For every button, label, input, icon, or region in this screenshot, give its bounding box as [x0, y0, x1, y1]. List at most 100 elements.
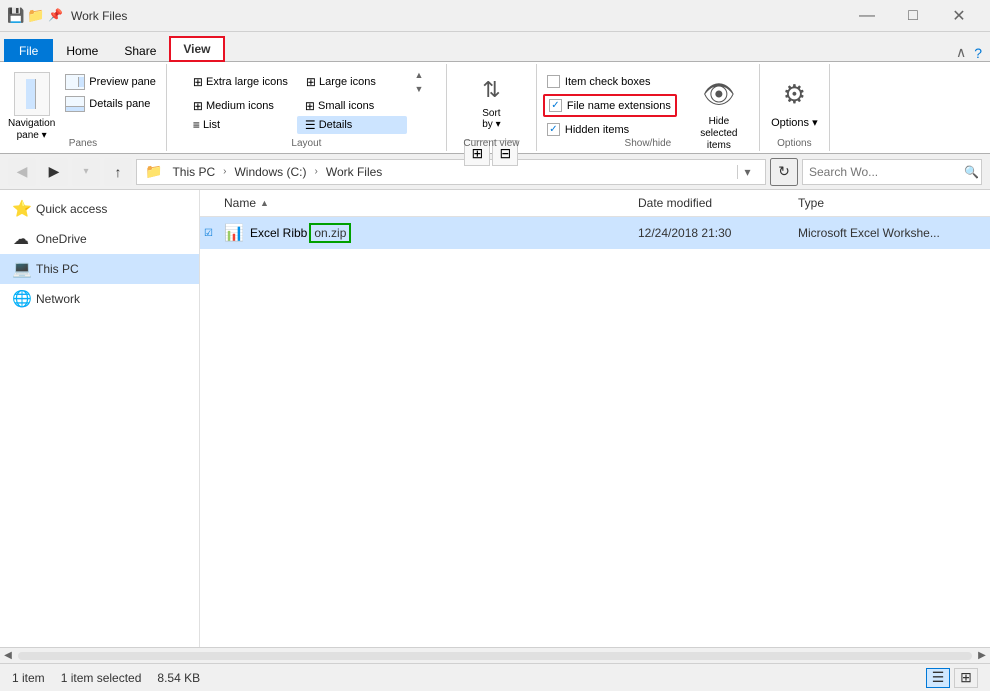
path-separator-1: ›	[223, 166, 226, 177]
save-icon[interactable]: 💾	[8, 8, 24, 24]
maximize-button[interactable]: □	[890, 0, 936, 32]
tab-home[interactable]: Home	[53, 39, 111, 62]
scrollbar-left-arrow[interactable]: ◀	[0, 648, 16, 664]
file-row[interactable]: ☑ 📊 Excel Ribb on.zip 12/24/2018 21:30 M…	[200, 217, 990, 249]
file-name-text: Excel Ribb	[250, 226, 307, 240]
options-group-label: Options	[760, 138, 829, 149]
tab-view[interactable]: View	[169, 36, 224, 62]
hidden-items-label: Hidden items	[565, 124, 629, 136]
col-header-type[interactable]: Type	[790, 190, 990, 216]
sort-arrow-name: ▲	[260, 198, 269, 208]
ribbon-collapse-icon[interactable]: ∧	[956, 44, 966, 61]
file-name-extensions-option[interactable]: ✓ File name extensions	[543, 94, 677, 117]
large-icons-view-toggle[interactable]: ⊞	[954, 668, 978, 688]
details-view-toggle[interactable]: ☰	[926, 668, 950, 688]
item-check-boxes-label: Item check boxes	[565, 76, 651, 88]
selected-count: 1 item selected	[61, 671, 142, 685]
hidden-items-checkbox[interactable]: ✓	[547, 123, 560, 136]
file-size: 8.54 KB	[157, 671, 200, 685]
onedrive-icon: ☁	[12, 229, 30, 249]
show-hide-group-label: Show/hide	[537, 138, 759, 149]
close-button[interactable]: ✕	[936, 0, 982, 32]
layout-group-label: Layout	[167, 138, 446, 149]
minimize-button[interactable]: —	[844, 0, 890, 32]
folder-icon[interactable]: 📁	[28, 8, 44, 24]
tab-share[interactable]: Share	[111, 39, 169, 62]
current-view-group-label: Current view	[447, 138, 536, 149]
file-type: Microsoft Excel Workshe...	[790, 220, 990, 246]
pane-small-buttons: Preview pane Details pane	[61, 68, 160, 114]
col-header-name[interactable]: Name ▲	[216, 190, 630, 216]
status-left: 1 item 1 item selected 8.54 KB	[12, 671, 926, 685]
refresh-button[interactable]: ↻	[770, 158, 798, 186]
search-icon: 🔍	[964, 165, 979, 179]
sidebar-item-quick-access[interactable]: ⭐ Quick access	[0, 194, 199, 224]
sidebar-item-this-pc[interactable]: 💻 This PC	[0, 254, 199, 284]
recent-locations-button[interactable]: ▾	[72, 158, 100, 186]
onedrive-label: OneDrive	[36, 232, 87, 246]
pin-icon[interactable]: 📌	[48, 8, 63, 24]
options-button-label: Options ▾	[771, 116, 818, 129]
details-pane-button[interactable]: Details pane	[61, 94, 160, 114]
item-check-boxes-checkbox[interactable]	[547, 75, 560, 88]
file-name-edit: Excel Ribb on.zip	[250, 223, 351, 243]
file-date: 12/24/2018 21:30	[630, 220, 790, 246]
sidebar-item-onedrive[interactable]: ☁ OneDrive	[0, 224, 199, 254]
address-path: This PC › Windows (C:) › Work Files	[168, 163, 386, 181]
title-bar-icons: 💾 📁 📌	[8, 8, 63, 24]
quick-access-icon: ⭐	[12, 199, 30, 219]
col-header-date[interactable]: Date modified	[630, 190, 790, 216]
large-icons-button[interactable]: ⊞ Large icons	[298, 68, 408, 96]
preview-pane-button[interactable]: Preview pane	[61, 72, 160, 92]
options-button[interactable]: ⚙ Options ▾	[767, 68, 822, 133]
window-controls: — □ ✕	[844, 0, 982, 32]
scrollbar-track[interactable]	[18, 652, 972, 660]
panes-group-label: Panes	[0, 138, 166, 149]
ribbon-group-panes: Navigationpane ▾ Preview pane Details pa…	[0, 64, 167, 151]
file-list: Name ▲ Date modified Type ☑ 📊 Excel Ribb…	[200, 190, 990, 647]
navigation-pane-button[interactable]: Navigationpane ▾	[6, 68, 57, 146]
file-ext-box[interactable]: on.zip	[309, 223, 351, 243]
help-icon[interactable]: ?	[974, 45, 982, 61]
small-icons-button[interactable]: ⊞ Small icons	[297, 97, 407, 115]
ribbon-group-options: ⚙ Options ▾ Options	[760, 64, 830, 151]
hidden-items-option[interactable]: ✓ Hidden items	[543, 120, 677, 139]
list-button[interactable]: ≡ List	[185, 116, 295, 134]
file-name-extensions-checkbox[interactable]: ✓	[549, 99, 562, 112]
sort-by-label: Sortby ▾	[482, 108, 500, 130]
scrollbar-right-arrow[interactable]: ▶	[974, 648, 990, 664]
address-dropdown-button[interactable]: ▾	[737, 165, 757, 179]
up-button[interactable]: ↑	[104, 158, 132, 186]
path-separator-2: ›	[314, 166, 317, 177]
layout-scroll-down[interactable]: ▼	[412, 82, 426, 96]
file-name-extensions-label: File name extensions	[567, 100, 671, 112]
back-button[interactable]: ◀	[8, 158, 36, 186]
address-input[interactable]: 📁 This PC › Windows (C:) › Work Files ▾	[136, 159, 766, 185]
ribbon-group-show-hide: Item check boxes ✓ File name extensions …	[537, 64, 760, 151]
preview-pane-label: Preview pane	[89, 76, 156, 88]
details-pane-label: Details pane	[89, 98, 150, 110]
search-input[interactable]	[809, 165, 964, 179]
details-button[interactable]: ☰ Details	[297, 116, 407, 134]
layout-scroll-up[interactable]: ▲	[412, 68, 426, 82]
sort-by-button[interactable]: ⇅ Sortby ▾	[467, 68, 515, 134]
extra-large-icons-button[interactable]: ⊞ Extra large icons	[185, 68, 296, 96]
scrollbar-area: ◀ ▶	[0, 647, 990, 663]
forward-button[interactable]: ▶	[40, 158, 68, 186]
this-pc-path[interactable]: This PC	[168, 163, 219, 181]
window-title: Work Files	[71, 9, 844, 23]
ribbon: Navigationpane ▾ Preview pane Details pa…	[0, 62, 990, 154]
sidebar: ⭐ Quick access ☁ OneDrive 💻 This PC 🌐 Ne…	[0, 190, 200, 647]
this-pc-label: This PC	[36, 262, 79, 276]
ribbon-tabs: File Home Share View ∧ ?	[0, 32, 990, 62]
medium-icons-button[interactable]: ⊞ Medium icons	[185, 97, 295, 115]
work-files-path[interactable]: Work Files	[322, 163, 386, 181]
tab-file[interactable]: File	[4, 39, 53, 62]
item-check-boxes-option[interactable]: Item check boxes	[543, 72, 677, 91]
search-box[interactable]: 🔍	[802, 159, 982, 185]
windows-c-path[interactable]: Windows (C:)	[230, 163, 310, 181]
network-icon: 🌐	[12, 289, 30, 309]
sidebar-item-network[interactable]: 🌐 Network	[0, 284, 199, 314]
ribbon-group-layout: ⊞ Extra large icons ⊞ Large icons ▲ ▼ ⊞	[167, 64, 447, 151]
title-bar: 💾 📁 📌 Work Files — □ ✕	[0, 0, 990, 32]
